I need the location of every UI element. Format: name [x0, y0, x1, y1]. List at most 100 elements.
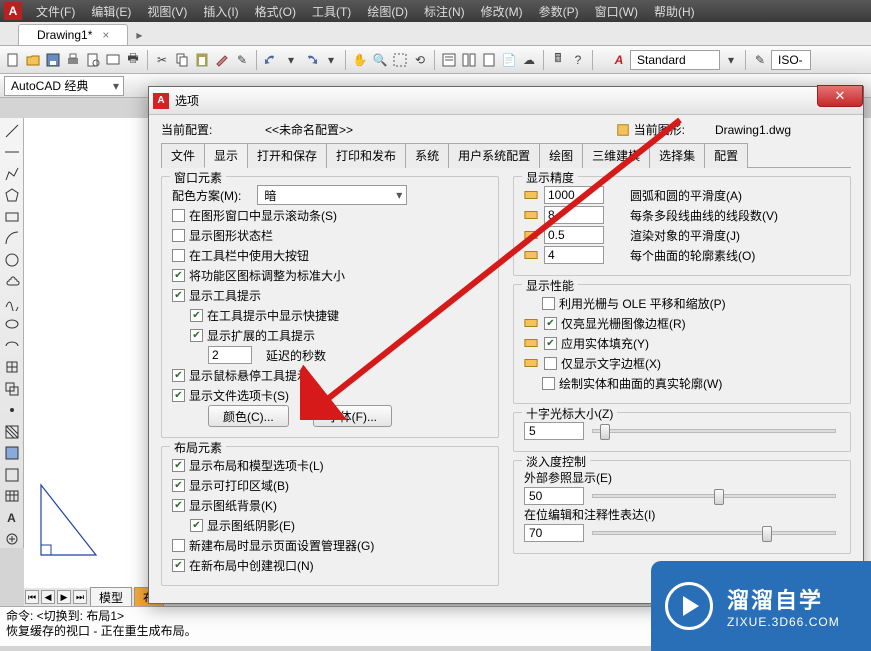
redo-drop-icon[interactable]: ▾: [322, 51, 340, 69]
chk-paper-bg[interactable]: [172, 499, 185, 512]
inplace-fade-value[interactable]: 70: [524, 524, 584, 542]
circle-icon[interactable]: [2, 251, 22, 269]
inplace-fade-slider[interactable]: [592, 531, 836, 535]
ellipse-icon[interactable]: [2, 316, 22, 334]
design-center-icon[interactable]: [460, 51, 478, 69]
sheet-set-icon[interactable]: 📄: [500, 51, 518, 69]
tab-plot-publish[interactable]: 打印和发布: [326, 143, 406, 168]
publish-icon[interactable]: [104, 51, 122, 69]
surface-contour-input[interactable]: 4: [544, 246, 604, 264]
spline-icon[interactable]: [2, 294, 22, 312]
menu-parametric[interactable]: 参数(P): [531, 3, 587, 20]
close-icon[interactable]: ×: [102, 28, 109, 42]
polygon-icon[interactable]: [2, 187, 22, 205]
calc-icon[interactable]: 🖩: [549, 51, 567, 69]
zoom-window-icon[interactable]: [391, 51, 409, 69]
dimstyle-icon[interactable]: ✎: [751, 51, 769, 69]
chk-viewport[interactable]: [172, 559, 185, 572]
rectangle-icon[interactable]: [2, 208, 22, 226]
tab-model[interactable]: 模型: [90, 587, 132, 608]
chk-silhouette[interactable]: [542, 377, 555, 390]
polyline-seg-input[interactable]: 8: [544, 206, 604, 224]
properties-icon[interactable]: [440, 51, 458, 69]
table-icon[interactable]: [2, 488, 22, 506]
save-icon[interactable]: [44, 51, 62, 69]
chk-status-bar[interactable]: [172, 229, 185, 242]
chk-std-icon[interactable]: [172, 269, 185, 282]
chk-text-frame[interactable]: [544, 357, 557, 370]
render-smooth-input[interactable]: 0.5: [544, 226, 604, 244]
paste-icon[interactable]: [193, 51, 211, 69]
print-preview-icon[interactable]: [84, 51, 102, 69]
tool-palettes-icon[interactable]: [480, 51, 498, 69]
app-icon[interactable]: A: [4, 2, 22, 20]
tab-files[interactable]: 文件: [161, 143, 205, 168]
zoom-prev-icon[interactable]: ⟲: [411, 51, 429, 69]
chk-large-buttons[interactable]: [172, 249, 185, 262]
undo-icon[interactable]: [262, 51, 280, 69]
tab-user-pref[interactable]: 用户系统配置: [448, 143, 540, 168]
chk-file-tabs[interactable]: [172, 389, 185, 402]
zoom-rt-icon[interactable]: 🔍: [371, 51, 389, 69]
point-icon[interactable]: [2, 402, 22, 420]
tab-open-save[interactable]: 打开和保存: [247, 143, 327, 168]
menu-window[interactable]: 窗口(W): [587, 3, 646, 20]
document-tab[interactable]: Drawing1* ×: [18, 24, 128, 45]
menu-edit[interactable]: 编辑(E): [83, 3, 139, 20]
chk-ole[interactable]: [542, 297, 555, 310]
chk-ext-tooltip[interactable]: [190, 329, 203, 342]
insert-block-icon[interactable]: [2, 359, 22, 377]
match-prop-icon[interactable]: [213, 51, 231, 69]
fonts-button[interactable]: 字体(F)...: [313, 405, 392, 427]
tab-selection[interactable]: 选择集: [649, 143, 705, 168]
menu-insert[interactable]: 插入(I): [195, 3, 246, 20]
tab-profiles[interactable]: 配置: [704, 143, 748, 168]
chk-layout-tabs[interactable]: [172, 459, 185, 472]
chk-printable[interactable]: [172, 479, 185, 492]
textstyle-drop-icon[interactable]: ▾: [722, 51, 740, 69]
arc-smooth-input[interactable]: 1000: [544, 186, 604, 204]
tab-nav-first-icon[interactable]: ⏮: [25, 590, 39, 604]
chk-solid-fill[interactable]: [544, 337, 557, 350]
addselected-icon[interactable]: [2, 531, 22, 549]
make-block-icon[interactable]: [2, 380, 22, 398]
print-icon[interactable]: [64, 51, 82, 69]
tab-nav-prev-icon[interactable]: ◀: [41, 590, 55, 604]
crosshair-slider[interactable]: [592, 429, 836, 433]
line-icon[interactable]: [2, 122, 22, 140]
new-tab-icon[interactable]: ▸: [128, 25, 150, 45]
arc-icon[interactable]: [2, 230, 22, 248]
colors-button[interactable]: 颜色(C)...: [208, 405, 289, 427]
region-icon[interactable]: [2, 466, 22, 484]
redo-icon[interactable]: [302, 51, 320, 69]
textstyle-icon[interactable]: A: [610, 51, 628, 69]
undo-drop-icon[interactable]: ▾: [282, 51, 300, 69]
new-icon[interactable]: [4, 51, 22, 69]
chk-pagesetup[interactable]: [172, 539, 185, 552]
menu-help[interactable]: 帮助(H): [646, 3, 703, 20]
cut-icon[interactable]: ✂: [153, 51, 171, 69]
revcloud-icon[interactable]: [2, 273, 22, 291]
menu-modify[interactable]: 修改(M): [473, 3, 531, 20]
pan-icon[interactable]: ✋: [351, 51, 369, 69]
help-icon[interactable]: ?: [569, 51, 587, 69]
ellipse-arc-icon[interactable]: [2, 337, 22, 355]
hatch-icon[interactable]: [2, 423, 22, 441]
chk-raster-frame[interactable]: [544, 317, 557, 330]
markup-icon[interactable]: ☁: [520, 51, 538, 69]
mtext-icon[interactable]: A: [2, 509, 22, 527]
tab-system[interactable]: 系统: [405, 143, 449, 168]
menu-draw[interactable]: 绘图(D): [359, 3, 416, 20]
gradient-icon[interactable]: [2, 445, 22, 463]
menu-file[interactable]: 文件(F): [28, 3, 83, 20]
xref-fade-slider[interactable]: [592, 494, 836, 498]
menu-dimension[interactable]: 标注(N): [416, 3, 473, 20]
tab-nav-next-icon[interactable]: ▶: [57, 590, 71, 604]
block-editor-icon[interactable]: ✎: [233, 51, 251, 69]
tab-display[interactable]: 显示: [204, 143, 248, 168]
menu-format[interactable]: 格式(O): [247, 3, 304, 20]
menu-view[interactable]: 视图(V): [139, 3, 195, 20]
open-icon[interactable]: [24, 51, 42, 69]
copy-icon[interactable]: [173, 51, 191, 69]
dialog-titlebar[interactable]: A 选项 ✕: [149, 87, 863, 115]
